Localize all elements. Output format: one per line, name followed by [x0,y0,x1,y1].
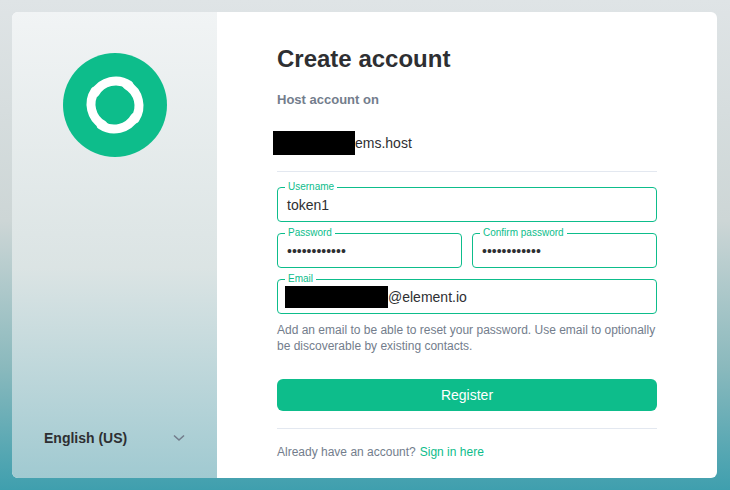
text-field[interactable]: Password•••••••••••• [277,233,462,268]
language-label: English (US) [44,430,127,446]
text-field[interactable]: Email@element.io [277,279,657,314]
field-value: •••••••••••• [287,243,346,259]
sign-in-link[interactable]: Sign in here [420,445,484,459]
background-photo: English (US) Create account Host account o… [0,0,730,490]
field-label: Email [285,273,316,285]
host-server: ems.host [277,131,657,172]
field-label: Confirm password [480,227,567,239]
helper-text: Add an email to be able to reset your pa… [277,322,657,354]
text-field[interactable]: Usernametoken1 [277,187,657,222]
field-row: Password•••••••••••• Confirm password••••… [277,233,657,268]
language-selector[interactable]: English (US) [44,430,185,446]
auth-card: English (US) Create account Host account o… [12,12,717,478]
register-button[interactable]: Register [277,379,657,411]
field-label: Password [285,227,335,239]
register-form: Create account Host account on ems.host Use… [217,12,717,478]
field-value: token1 [287,197,329,213]
text-field[interactable]: Confirm password•••••••••••• [472,233,657,268]
field-label: Username [285,181,337,193]
field-value: @element.io [388,289,467,305]
field-value: •••••••••••• [482,243,541,259]
chevron-down-icon [173,434,185,442]
host-text: ems.host [355,134,412,152]
element-logo-icon [63,53,167,157]
page-title: Create account [277,45,657,73]
prompt-text: Already have an account? [277,445,416,459]
field-row: Email@element.io [277,279,657,314]
redaction-block [273,131,355,155]
redaction-block [285,286,388,308]
sign-in-prompt: Already have an account? Sign in here [277,428,657,459]
field-list: Usernametoken1Password••••••••••••Confir… [277,187,657,314]
host-label: Host account on [277,91,657,109]
field-row: Usernametoken1 [277,187,657,222]
brand-panel: English (US) [12,12,217,478]
